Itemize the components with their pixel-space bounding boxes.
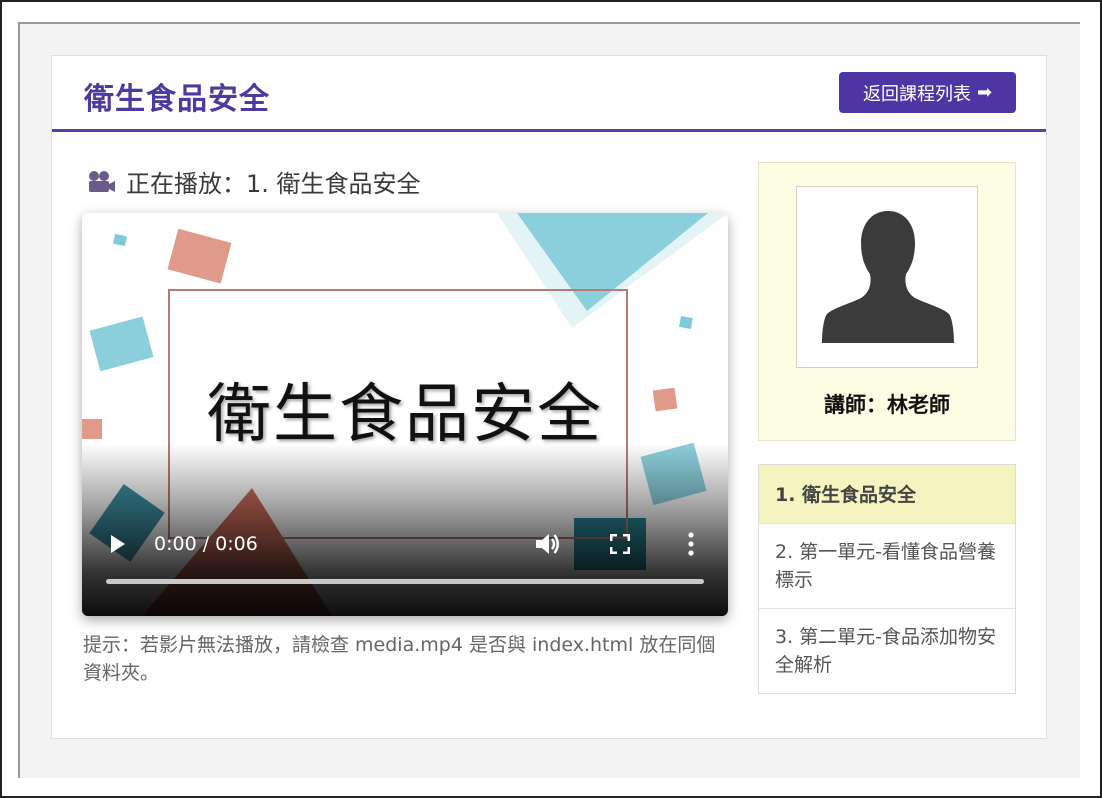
card-header: 衛生食品安全 返回課程列表 ➡ [52,56,1046,132]
video-player[interactable]: 衛生食品安全 0:00 / 0:06 [82,213,728,616]
now-playing-text: 正在播放：1. 衛生食品安全 [126,170,421,198]
avatar [796,186,978,368]
lesson-item-1[interactable]: 1. 衛生食品安全 [759,465,1015,524]
video-progress-bar[interactable] [106,579,704,584]
play-icon[interactable] [110,533,126,555]
lesson-item-2[interactable]: 2. 第一單元-看懂食品營養標示 [759,524,1015,609]
lesson-list: 1. 衛生食品安全 2. 第一單元-看懂食品營養標示 3. 第二單元-食品添加物… [758,464,1016,694]
lesson-item-3[interactable]: 3. 第二單元-食品添加物安全解析 [759,609,1015,693]
playback-hint: 提示：若影片無法播放，請檢查 media.mp4 是否與 index.html … [83,634,716,684]
instructor-panel: 講師：林老師 [758,162,1016,441]
person-silhouette-icon [822,211,954,343]
video-camera-icon [89,170,115,192]
arrow-right-icon: ➡ [976,82,993,103]
course-title: 衛生食品安全 [84,82,270,117]
course-card: 衛生食品安全 返回課程列表 ➡ 正在播放：1. 衛生食品安全 衛生食品安全 0:… [51,55,1047,739]
volume-icon[interactable] [534,532,562,556]
instructor-name: 講師：林老師 [824,393,950,417]
back-to-course-list-button[interactable]: 返回課程列表 ➡ [839,72,1016,113]
video-time-display: 0:00 / 0:06 [154,533,258,555]
video-controls-overlay [82,443,728,616]
fullscreen-icon[interactable] [610,534,630,554]
more-options-icon[interactable] [686,532,696,556]
back-button-label: 返回課程列表 [862,83,971,105]
video-title-text: 衛生食品安全 [207,378,603,452]
now-playing-heading: 正在播放：1. 衛生食品安全 [86,164,421,199]
